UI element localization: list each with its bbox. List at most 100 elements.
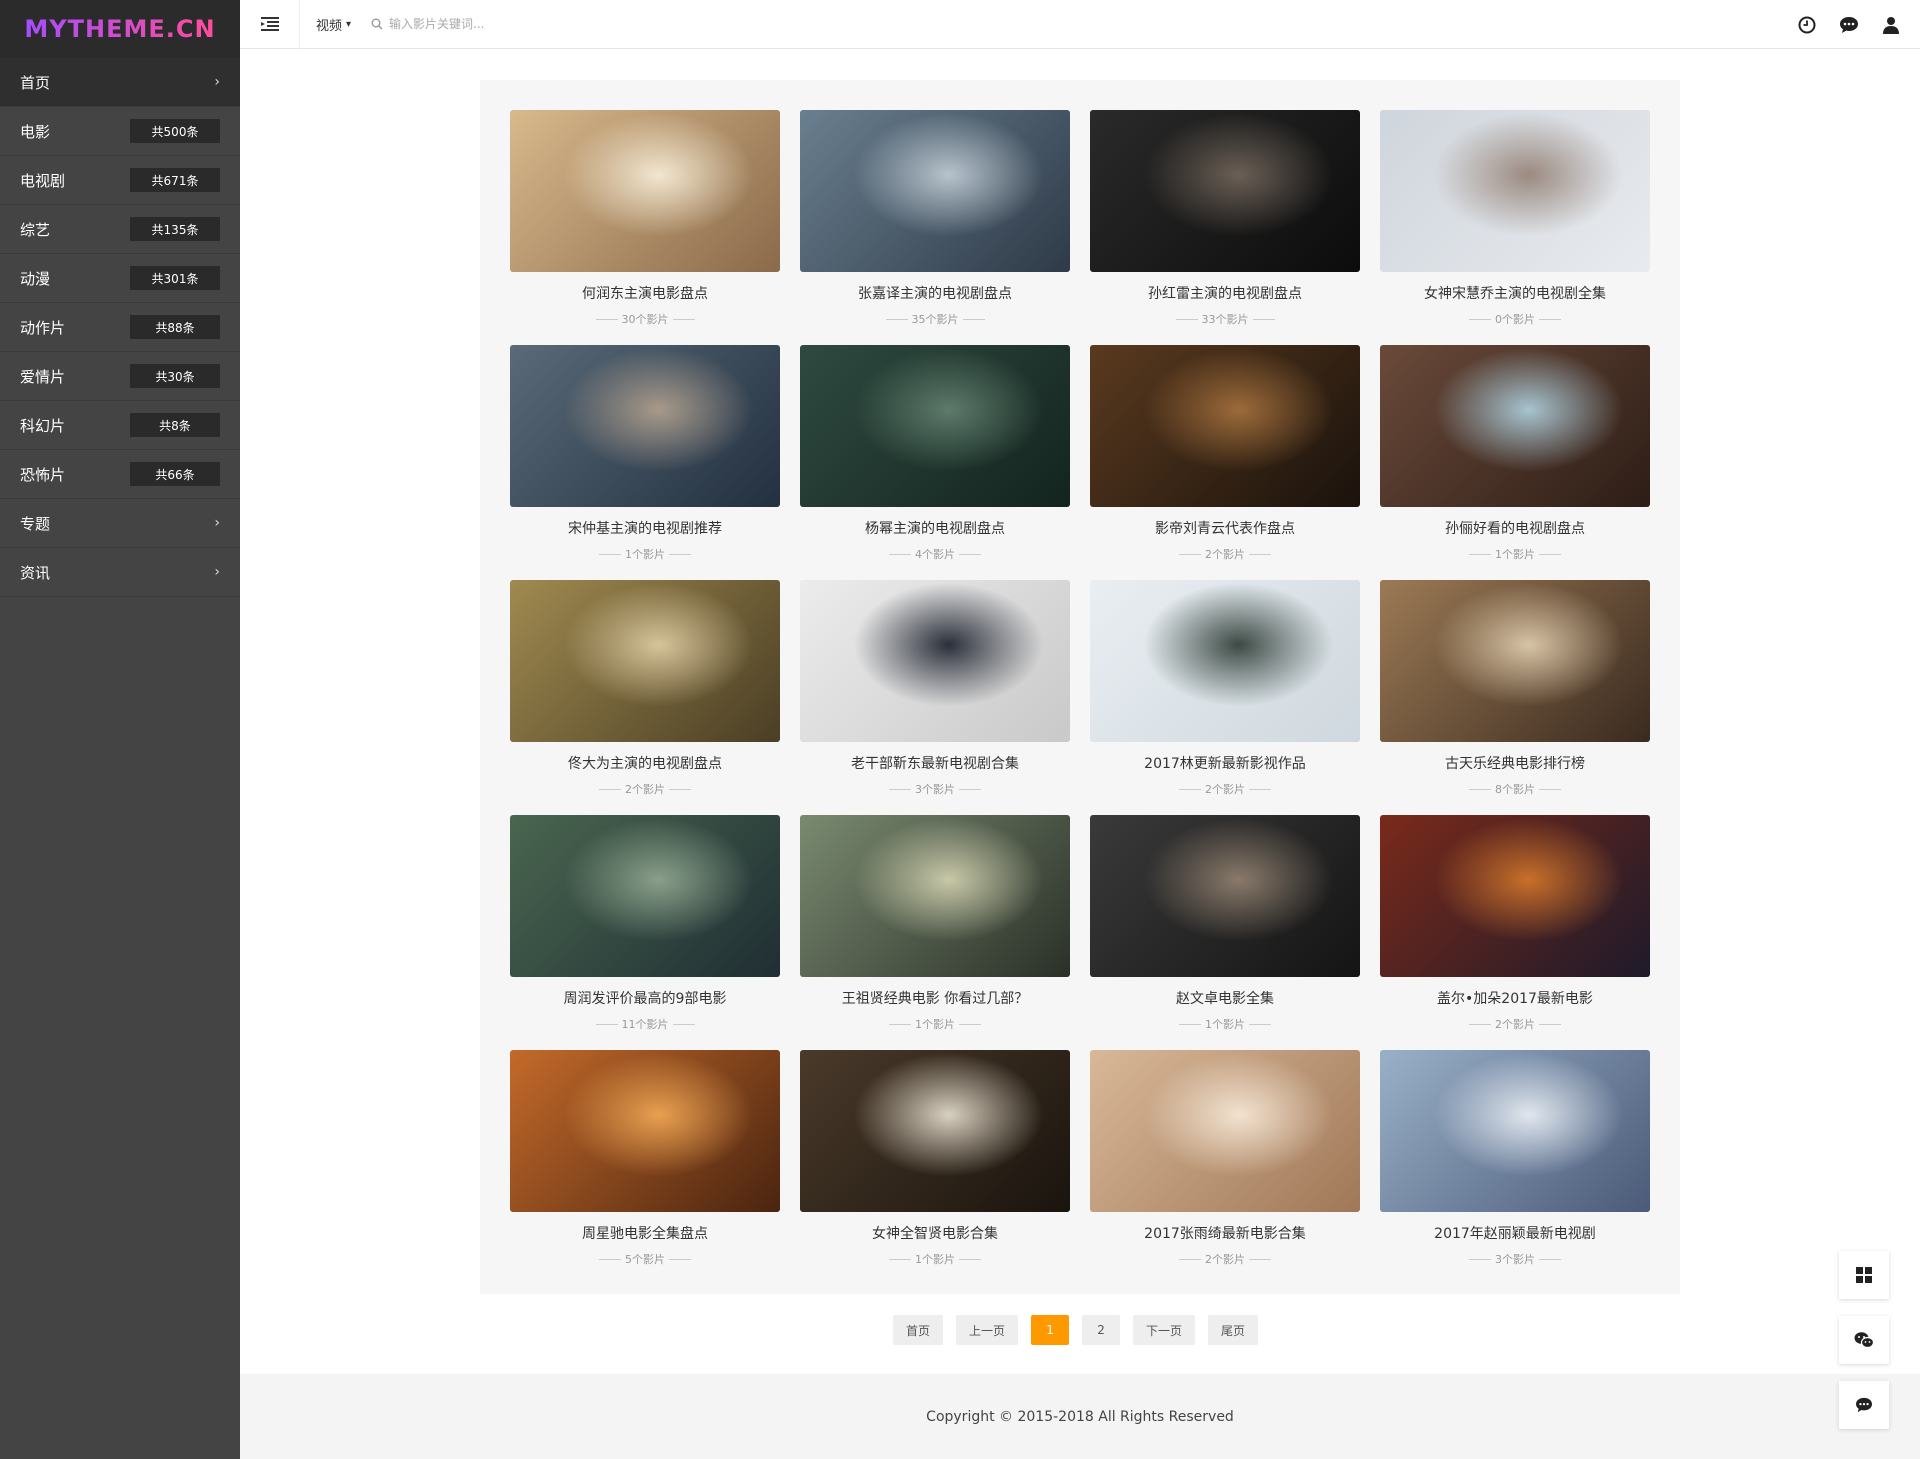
menu-toggle-button[interactable]: [240, 0, 300, 49]
sidebar-item[interactable]: 动作片 共88条: [0, 303, 240, 352]
search-input[interactable]: [389, 17, 690, 31]
topic-thumbnail[interactable]: [800, 110, 1070, 272]
topic-title[interactable]: 张嘉译主演的电视剧盘点: [800, 283, 1070, 303]
sidebar-item[interactable]: 综艺 共135条: [0, 205, 240, 254]
pagination: 首页 上一页 1 2 下一页 尾页: [893, 1315, 1259, 1345]
topic-card[interactable]: 孙俪好看的电视剧盘点 1个影片: [1380, 345, 1650, 580]
page-first-button[interactable]: 首页: [893, 1315, 944, 1345]
clock-icon[interactable]: [1796, 14, 1818, 36]
topic-card[interactable]: 影帝刘青云代表作盘点 2个影片: [1090, 345, 1360, 580]
category-dropdown[interactable]: 视频 ▾: [316, 15, 351, 34]
topic-thumbnail[interactable]: [800, 345, 1070, 507]
topic-card[interactable]: 女神全智贤电影合集 1个影片: [800, 1050, 1070, 1285]
page-number-button[interactable]: 1: [1031, 1315, 1070, 1345]
sidebar-item[interactable]: 首页 ›: [0, 58, 240, 107]
topic-card[interactable]: 2017张雨绮最新电影合集 2个影片: [1090, 1050, 1360, 1285]
sidebar-item-label: 首页: [20, 73, 51, 92]
topic-card[interactable]: 古天乐经典电影排行榜 8个影片: [1380, 580, 1650, 815]
sidebar-item[interactable]: 资讯 ›: [0, 548, 240, 597]
topic-title[interactable]: 2017年赵丽颖最新电视剧: [1380, 1223, 1650, 1243]
topic-card[interactable]: 周星驰电影全集盘点 5个影片: [510, 1050, 780, 1285]
sidebar-item[interactable]: 爱情片 共30条: [0, 352, 240, 401]
count-badge: 共30条: [130, 364, 220, 388]
sidebar-item[interactable]: 电影 共500条: [0, 107, 240, 156]
topic-card[interactable]: 赵文卓电影全集 1个影片: [1090, 815, 1360, 1050]
topic-card[interactable]: 盖尔•加朵2017最新电影 2个影片: [1380, 815, 1650, 1050]
chat-bubble-icon[interactable]: [1838, 14, 1860, 36]
page-number-button[interactable]: 2: [1082, 1315, 1121, 1345]
topic-thumbnail[interactable]: [1090, 345, 1360, 507]
topic-card[interactable]: 宋仲基主演的电视剧推荐 1个影片: [510, 345, 780, 580]
topic-card[interactable]: 2017年赵丽颖最新电视剧 3个影片: [1380, 1050, 1650, 1285]
sidebar-nav: 首页 › 电影 共500条 电视剧 共671条 综艺 共135条 动漫 共301条 动作片 共88条爱…: [0, 58, 240, 597]
page-last-button[interactable]: 尾页: [1208, 1315, 1259, 1345]
topic-title[interactable]: 2017林更新最新影视作品: [1090, 753, 1360, 773]
topic-thumbnail[interactable]: [1380, 1050, 1650, 1212]
topic-title[interactable]: 宋仲基主演的电视剧推荐: [510, 518, 780, 538]
copyright-text: Copyright © 2015-2018 All Rights Reserve…: [926, 1408, 1234, 1425]
topic-card[interactable]: 张嘉译主演的电视剧盘点 35个影片: [800, 110, 1070, 345]
sidebar-item[interactable]: 恐怖片 共66条: [0, 450, 240, 499]
topic-card[interactable]: 佟大为主演的电视剧盘点 2个影片: [510, 580, 780, 815]
topic-title[interactable]: 女神宋慧乔主演的电视剧全集: [1380, 283, 1650, 303]
topic-title[interactable]: 古天乐经典电影排行榜: [1380, 753, 1650, 773]
wechat-icon: [1854, 1332, 1874, 1349]
topic-title[interactable]: 孙俪好看的电视剧盘点: [1380, 518, 1650, 538]
topic-title[interactable]: 影帝刘青云代表作盘点: [1090, 518, 1360, 538]
topic-title[interactable]: 周星驰电影全集盘点: [510, 1223, 780, 1243]
chevron-right-icon: ›: [214, 74, 220, 90]
topic-thumbnail[interactable]: [800, 1050, 1070, 1212]
topic-thumbnail[interactable]: [1090, 580, 1360, 742]
chevron-right-icon: ›: [214, 515, 220, 531]
topic-thumbnail[interactable]: [1090, 815, 1360, 977]
topic-thumbnail[interactable]: [1380, 345, 1650, 507]
chat-float-button[interactable]: [1839, 1381, 1889, 1429]
topic-card[interactable]: 老干部靳东最新电视剧合集 3个影片: [800, 580, 1070, 815]
topic-thumbnail[interactable]: [1380, 815, 1650, 977]
topic-title[interactable]: 佟大为主演的电视剧盘点: [510, 753, 780, 773]
windows-float-button[interactable]: [1839, 1251, 1889, 1299]
topic-title[interactable]: 老干部靳东最新电视剧合集: [800, 753, 1070, 773]
sidebar-item[interactable]: 专题 ›: [0, 499, 240, 548]
topic-thumbnail[interactable]: [510, 345, 780, 507]
topic-title[interactable]: 2017张雨绮最新电影合集: [1090, 1223, 1360, 1243]
topic-title[interactable]: 女神全智贤电影合集: [800, 1223, 1070, 1243]
topic-thumbnail[interactable]: [1380, 110, 1650, 272]
topic-thumbnail[interactable]: [800, 580, 1070, 742]
sidebar-item-label: 恐怖片: [20, 465, 66, 484]
topic-thumbnail[interactable]: [510, 580, 780, 742]
topic-title[interactable]: 周润发评价最高的9部电影: [510, 988, 780, 1008]
topic-grid: 何润东主演电影盘点 30个影片 张嘉译主演的电视剧盘点 35个影片 孙红雷主演的电视剧盘…: [510, 110, 1650, 1285]
logo-text: MYTHEME.CN: [24, 15, 216, 43]
wechat-float-button[interactable]: [1839, 1316, 1889, 1364]
topic-title[interactable]: 王祖贤经典电影 你看过几部？: [800, 988, 1070, 1008]
topic-thumbnail[interactable]: [510, 815, 780, 977]
topic-title[interactable]: 赵文卓电影全集: [1090, 988, 1360, 1008]
sidebar: MYTHEME.CN 首页 › 电影 共500条 电视剧 共671条 综艺 共135条 动漫 共3…: [0, 0, 240, 1459]
topic-title[interactable]: 杨幂主演的电视剧盘点: [800, 518, 1070, 538]
sidebar-item[interactable]: 动漫 共301条: [0, 254, 240, 303]
sidebar-item[interactable]: 科幻片 共8条: [0, 401, 240, 450]
topic-title[interactable]: 孙红雷主演的电视剧盘点: [1090, 283, 1360, 303]
topic-thumbnail[interactable]: [1380, 580, 1650, 742]
logo[interactable]: MYTHEME.CN: [0, 0, 240, 58]
topic-thumbnail[interactable]: [1090, 110, 1360, 272]
user-icon[interactable]: [1880, 14, 1902, 36]
topic-title[interactable]: 盖尔•加朵2017最新电影: [1380, 988, 1650, 1008]
topic-card[interactable]: 孙红雷主演的电视剧盘点 33个影片: [1090, 110, 1360, 345]
topic-card[interactable]: 何润东主演电影盘点 30个影片: [510, 110, 780, 345]
topic-card[interactable]: 杨幂主演的电视剧盘点 4个影片: [800, 345, 1070, 580]
topic-card[interactable]: 周润发评价最高的9部电影 11个影片: [510, 815, 780, 1050]
topic-thumbnail[interactable]: [510, 1050, 780, 1212]
sidebar-item[interactable]: 电视剧 共671条: [0, 156, 240, 205]
topic-count-text: 8个影片: [1495, 783, 1535, 796]
topic-thumbnail[interactable]: [800, 815, 1070, 977]
topic-card[interactable]: 王祖贤经典电影 你看过几部？ 1个影片: [800, 815, 1070, 1050]
topic-card[interactable]: 女神宋慧乔主演的电视剧全集 0个影片: [1380, 110, 1650, 345]
page-prev-button[interactable]: 上一页: [956, 1315, 1019, 1345]
topic-thumbnail[interactable]: [1090, 1050, 1360, 1212]
topic-thumbnail[interactable]: [510, 110, 780, 272]
topic-card[interactable]: 2017林更新最新影视作品 2个影片: [1090, 580, 1360, 815]
page-next-button[interactable]: 下一页: [1133, 1315, 1196, 1345]
topic-title[interactable]: 何润东主演电影盘点: [510, 283, 780, 303]
